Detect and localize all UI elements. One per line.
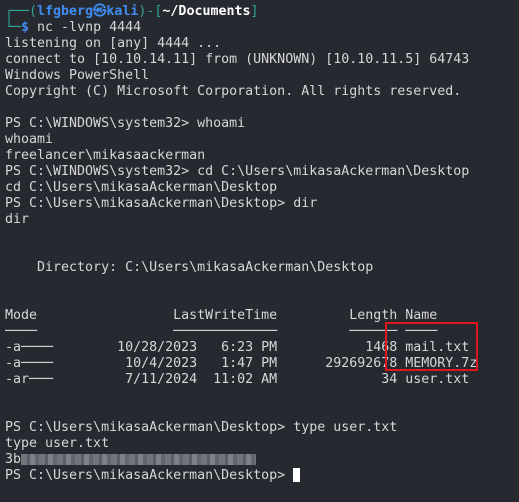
output-line: dir: [5, 212, 30, 227]
redacted-flag: [21, 453, 257, 465]
highlight-box: [385, 322, 478, 371]
output-line: -ar─── 7/11/2024 11:02 AM 34 user.txt: [5, 372, 470, 387]
output-line: PS C:\WINDOWS\system32> whoami: [5, 116, 246, 131]
active-prompt[interactable]: PS C:\Users\mikasaAckerman\Desktop>: [5, 468, 519, 484]
output-line: connect to [10.10.14.11] from (UNKNOWN) …: [5, 52, 470, 67]
prompt-command-line: └─$ nc -lvnp 4444: [5, 20, 142, 35]
output-line: cd C:\Users\mikasaAckerman\Desktop: [5, 180, 278, 195]
output-line: type user.txt: [5, 436, 110, 451]
prompt-header: ┌──(lfgberg㉿kali)-[~/Documents]: [5, 4, 259, 19]
output-line: listening on [any] 4444 ...: [5, 36, 222, 51]
output-line: Copyright (C) Microsoft Corporation. All…: [5, 84, 462, 99]
output-line: whoami: [5, 132, 54, 147]
flag-line: 3b: [5, 452, 519, 468]
output-line: PS C:\Users\mikasaAckerman\Desktop> dir: [5, 196, 318, 211]
output-line: Windows PowerShell: [5, 68, 150, 83]
output-line: Directory: C:\Users\mikasaAckerman\Deskt…: [5, 260, 374, 275]
cursor: [293, 468, 301, 482]
prompt-user-host: lfgberg㉿kali: [37, 4, 139, 19]
output-line: PS C:\WINDOWS\system32> cd C:\Users\mika…: [5, 164, 470, 179]
command-text: nc -lvnp 4444: [29, 20, 142, 35]
prompt-path: ~/Documents: [162, 4, 251, 19]
terminal-output[interactable]: ┌──(lfgberg㉿kali)-[~/Documents] └─$ nc -…: [5, 4, 519, 502]
output-line: PS C:\Users\mikasaAckerman\Desktop> type…: [5, 420, 398, 435]
output-line: freelancer\mikasaackerman: [5, 148, 206, 163]
